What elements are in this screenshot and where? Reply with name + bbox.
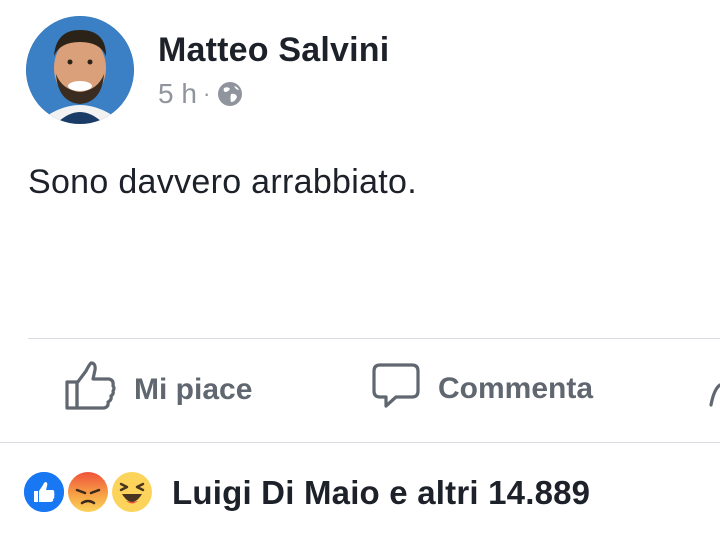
like-reaction-icon	[22, 470, 66, 514]
like-button[interactable]: Mi piace	[64, 361, 252, 419]
reactions-summary-text[interactable]: Luigi Di Maio e altri 14.889	[172, 474, 590, 512]
divider	[0, 442, 720, 443]
angry-reaction-icon	[66, 470, 110, 514]
reactions-summary[interactable]: Luigi Di Maio e altri 14.889	[22, 470, 590, 516]
share-button[interactable]	[708, 361, 720, 417]
author-name[interactable]: Matteo Salvini	[158, 30, 389, 70]
post-text: Sono davvero arrabbiato.	[28, 163, 418, 201]
comment-label: Commenta	[438, 372, 594, 405]
thumbs-up-icon	[64, 361, 116, 419]
post-meta: Matteo Salvini 5 h ·	[158, 30, 389, 110]
avatar[interactable]	[26, 16, 134, 124]
speech-bubble-icon	[372, 361, 420, 417]
facebook-post: Matteo Salvini 5 h · Sono davvero arrabb…	[0, 0, 720, 536]
like-label: Mi piace	[134, 373, 253, 406]
reaction-icons	[22, 470, 154, 516]
post-time[interactable]: 5 h	[158, 78, 197, 110]
separator-dot: ·	[202, 81, 211, 106]
globe-icon[interactable]	[216, 80, 244, 108]
action-bar: Mi piace Commenta	[0, 339, 720, 442]
comment-button[interactable]: Commenta	[372, 361, 593, 417]
share-arrow-icon	[708, 361, 720, 417]
haha-reaction-icon	[110, 470, 154, 514]
post-header: Matteo Salvini 5 h ·	[26, 16, 389, 124]
timestamp-row: 5 h ·	[158, 78, 389, 110]
